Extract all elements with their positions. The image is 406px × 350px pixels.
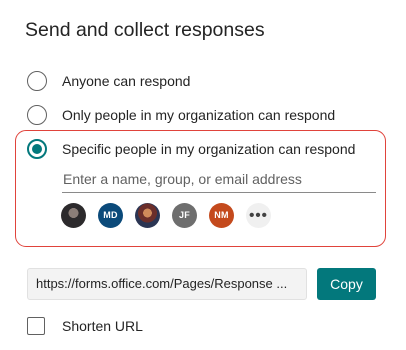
people-picker-input[interactable] [62, 167, 376, 193]
option-specific-people-label: Specific people in my organization can r… [62, 141, 356, 157]
panel-title: Send and collect responses [25, 19, 265, 41]
option-anyone[interactable]: Anyone can respond [27, 69, 190, 93]
radio-organization[interactable] [27, 105, 47, 125]
avatar[interactable]: MD [98, 202, 123, 228]
option-anyone-label: Anyone can respond [62, 73, 191, 89]
radio-specific-people[interactable] [27, 139, 47, 159]
avatar[interactable] [135, 202, 160, 228]
shorten-url-checkbox[interactable] [27, 317, 45, 335]
more-people-button[interactable]: ••• [246, 202, 271, 228]
share-link-field[interactable]: https://forms.office.com/Pages/Response … [27, 268, 307, 300]
send-responses-panel: Send and collect responses Anyone can re… [0, 0, 406, 350]
option-specific-people[interactable]: Specific people in my organization can r… [27, 137, 355, 161]
shorten-url-option[interactable]: Shorten URL [27, 316, 143, 336]
radio-anyone[interactable] [27, 71, 47, 91]
shorten-url-label: Shorten URL [62, 318, 143, 334]
avatar[interactable]: NM [209, 202, 234, 228]
option-organization[interactable]: Only people in my organization can respo… [27, 103, 335, 127]
option-organization-label: Only people in my organization can respo… [62, 107, 336, 123]
avatar[interactable]: JF [172, 202, 197, 228]
copy-button[interactable]: Copy [317, 268, 376, 300]
avatar[interactable] [61, 202, 86, 228]
selected-people: MD JF NM ••• [61, 202, 283, 228]
